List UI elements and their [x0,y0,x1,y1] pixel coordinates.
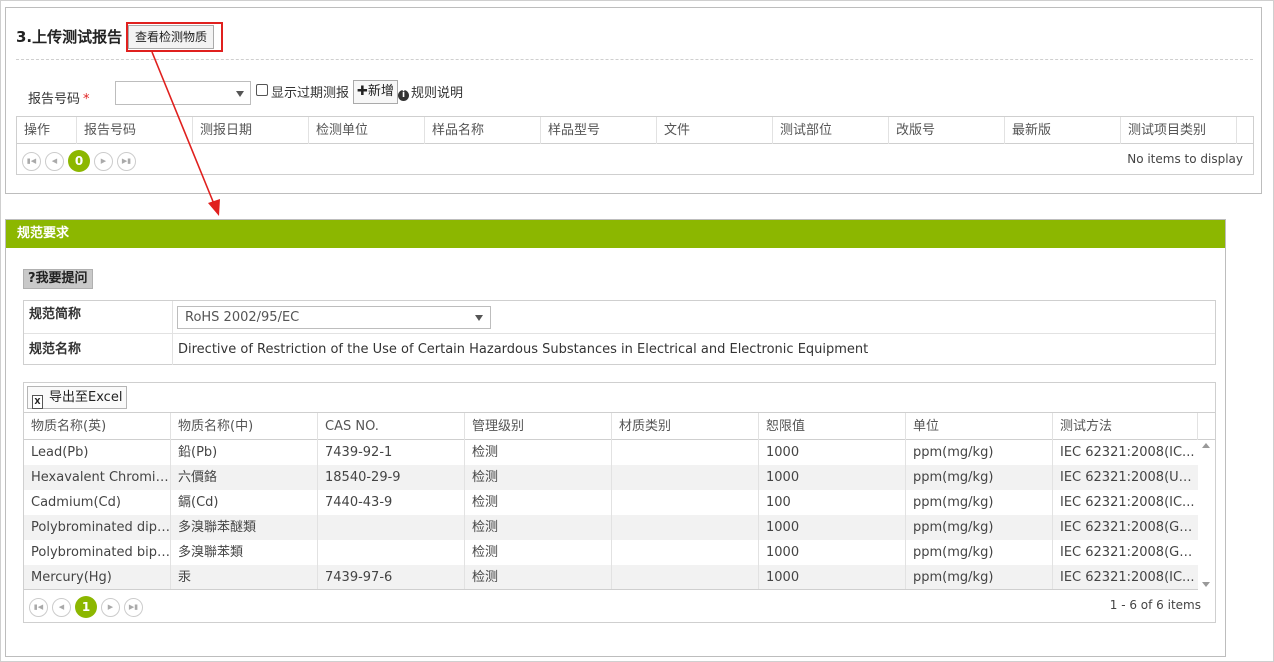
cell-cas-no [318,540,465,565]
substance-grid: X 导出至Excel 物质名称(英) 物质名称(中) CAS NO. 管理级别 材… [23,382,1216,623]
substance-grid-body: Lead(Pb) 鉛(Pb) 7439-92-1 检测 1000 ppm(mg/… [24,440,1198,590]
cell-unit: ppm(mg/kg) [906,490,1053,515]
col-test-method[interactable]: 测试方法 [1053,413,1198,440]
cell-unit: ppm(mg/kg) [906,540,1053,565]
substance-grid-header: 物质名称(英) 物质名称(中) CAS NO. 管理级别 材质类别 恕限值 单位… [24,413,1215,440]
table-row[interactable]: Polybrominated diph... 多溴聯苯醚類 检测 1000 pp… [24,515,1198,540]
scroll-down-icon[interactable] [1202,582,1210,587]
cell-control-level: 检测 [465,465,612,490]
cell-unit: ppm(mg/kg) [906,440,1053,465]
cell-unit: ppm(mg/kg) [906,465,1053,490]
cell-limit: 1000 [759,540,906,565]
cell-material-type [612,540,759,565]
cell-limit: 1000 [759,465,906,490]
cell-name-en: Cadmium(Cd) [24,490,171,515]
items-count: 1 - 6 of 6 items [1109,598,1201,612]
spec-full-name-row: 规范名称 Directive of Restriction of the Use… [24,334,1215,365]
col-name-cn[interactable]: 物质名称(中) [171,413,318,440]
cell-name-cn: 鉛(Pb) [171,440,318,465]
excel-icon: X [32,395,43,409]
cell-test-method: IEC 62321:2008(IC... [1060,495,1195,510]
cell-cas-no [318,515,465,540]
first-page-icon[interactable]: ▮◀ [29,597,48,617]
prev-page-icon[interactable]: ◀ [52,597,71,617]
spec-panel-header: 规范要求 [6,220,1225,248]
cell-test-method: IEC 62321:2008(IC... [1060,445,1195,460]
spec-short-name-cell: RoHS 2002/95/EC [173,301,1215,333]
cell-control-level: 检测 [465,490,612,515]
cell-name-en: Hexavalent Chromiu... [24,465,171,490]
grid-scrollbar[interactable] [1198,440,1215,590]
cell-control-level: 检测 [465,515,612,540]
table-row[interactable]: Lead(Pb) 鉛(Pb) 7439-92-1 检测 1000 ppm(mg/… [24,440,1198,465]
scroll-up-icon[interactable] [1202,443,1210,448]
next-page-icon[interactable]: ▶ [101,597,120,617]
table-row[interactable]: Cadmium(Cd) 鎘(Cd) 7440-43-9 检测 100 ppm(m… [24,490,1198,515]
cell-cas-no: 7439-92-1 [318,440,465,465]
cell-test-method: IEC 62321:2008(IC... [1060,570,1195,585]
cell-unit: ppm(mg/kg) [906,515,1053,540]
col-control-level[interactable]: 管理级别 [465,413,612,440]
cell-test-method: IEC 62321:2008(GC... [1060,545,1198,560]
spec-short-name-label: 规范简称 [24,301,173,333]
cell-name-en: Polybrominated biph... [24,540,171,565]
cell-limit: 1000 [759,565,906,589]
chevron-down-icon [475,315,483,321]
col-name-en[interactable]: 物质名称(英) [24,413,171,440]
cell-material-type [612,465,759,490]
cell-control-level: 检测 [465,440,612,465]
cell-limit: 1000 [759,440,906,465]
substance-grid-toolbar: X 导出至Excel [24,383,1215,413]
cell-name-en: Lead(Pb) [24,440,171,465]
cell-test-method: IEC 62321:2008(GC... [1060,520,1198,535]
col-unit[interactable]: 单位 [906,413,1053,440]
cell-material-type [612,565,759,589]
cell-unit: ppm(mg/kg) [906,565,1053,589]
cell-material-type [612,440,759,465]
cell-control-level: 检测 [465,565,612,589]
cell-name-en: Mercury(Hg) [24,565,171,589]
col-limit[interactable]: 恕限值 [759,413,906,440]
cell-material-type [612,490,759,515]
export-excel-button[interactable]: X 导出至Excel [27,386,128,409]
cell-name-cn: 多溴聯苯類 [171,540,318,565]
cell-name-cn: 鎘(Cd) [171,490,318,515]
cell-material-type [612,515,759,540]
current-page: 1 [75,596,97,618]
cell-name-en: Polybrominated diph... [24,515,171,540]
spec-full-name-label: 规范名称 [24,334,173,365]
spec-short-name-select[interactable]: RoHS 2002/95/EC [177,306,491,329]
cell-cas-no: 7439-97-6 [318,565,465,589]
spec-requirements-panel: 规范要求 ?我要提问 规范简称 RoHS 2002/95/EC 规范名称 Dir… [5,219,1226,657]
spec-short-name-row: 规范简称 RoHS 2002/95/EC [24,301,1215,334]
substance-grid-pager: ▮◀ ◀ 1 ▶ ▶▮ [29,596,147,618]
cell-limit: 1000 [759,515,906,540]
table-row[interactable]: Hexavalent Chromiu... 六價鉻 18540-29-9 检测 … [24,465,1198,490]
cell-name-cn: 汞 [171,565,318,589]
cell-cas-no: 18540-29-9 [318,465,465,490]
col-material-type[interactable]: 材质类别 [612,413,759,440]
cell-name-cn: 六價鉻 [171,465,318,490]
ask-question-button[interactable]: ?我要提问 [23,269,93,289]
cell-cas-no: 7440-43-9 [318,490,465,515]
col-cas-no[interactable]: CAS NO. [318,413,465,440]
cell-test-method: IEC 62321:2008(UV... [1060,470,1198,485]
cell-control-level: 检测 [465,540,612,565]
cell-limit: 100 [759,490,906,515]
spec-full-name-value: Directive of Restriction of the Use of C… [178,342,869,357]
spec-info-table: 规范简称 RoHS 2002/95/EC 规范名称 Directive of R… [23,300,1216,365]
last-page-icon[interactable]: ▶▮ [124,597,143,617]
table-row[interactable]: Polybrominated biph... 多溴聯苯類 检测 1000 ppm… [24,540,1198,565]
cell-name-cn: 多溴聯苯醚類 [171,515,318,540]
table-row[interactable]: Mercury(Hg) 汞 7439-97-6 检测 1000 ppm(mg/k… [24,565,1198,589]
